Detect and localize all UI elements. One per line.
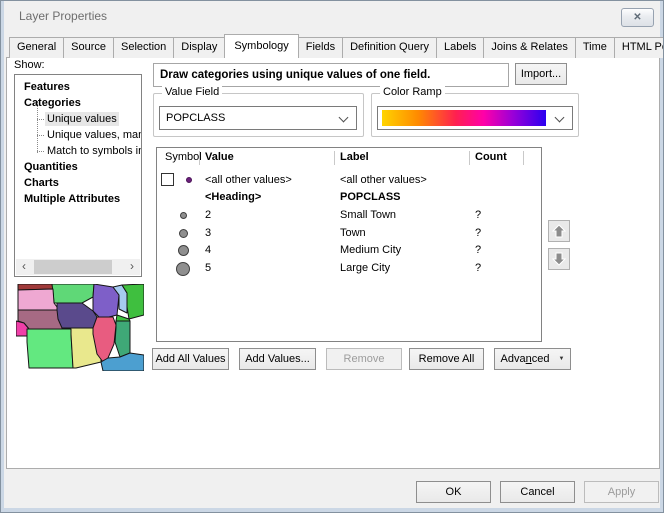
- sidebar-item-quantities[interactable]: Quantities: [15, 159, 142, 175]
- tab-strip: General Source Selection Display Symbolo…: [9, 34, 664, 58]
- sidebar-item-multiple-attributes[interactable]: Multiple Attributes: [15, 191, 142, 207]
- table-header: Symbol Value Label Count: [157, 148, 541, 168]
- advanced-button[interactable]: Advanced ▼: [494, 348, 571, 370]
- point-symbol[interactable]: [178, 245, 189, 256]
- table-row[interactable]: <all other values> <all other values>: [157, 172, 541, 189]
- symbology-preview-map: [16, 284, 144, 371]
- dialog-title: Layer Properties: [19, 9, 107, 23]
- chevron-down-icon: [339, 113, 349, 123]
- state-polygon: [116, 315, 130, 321]
- all-other-values-checkbox[interactable]: [161, 173, 174, 186]
- unique-values-table: Symbol Value Label Count <all other valu…: [156, 147, 542, 342]
- sidebar-item-unique-values-many[interactable]: Unique values, many: [15, 127, 142, 143]
- all-other-values-symbol[interactable]: [186, 177, 192, 183]
- show-label: Show:: [14, 59, 45, 71]
- sidebar-item-match-to-symbols[interactable]: Match to symbols in a: [15, 143, 142, 159]
- add-all-values-button[interactable]: Add All Values: [152, 348, 229, 370]
- column-count: Count: [475, 151, 507, 163]
- color-ramp-swatch: [382, 110, 546, 126]
- point-symbol[interactable]: [176, 262, 190, 276]
- table-row[interactable]: <Heading> POPCLASS: [157, 189, 541, 206]
- point-symbol[interactable]: [179, 229, 188, 238]
- state-polygon: [115, 321, 130, 357]
- add-values-button[interactable]: Add Values...: [239, 348, 316, 370]
- value-field-label: Value Field: [162, 86, 222, 98]
- chevron-down-icon: [555, 113, 565, 123]
- tab-definition-query[interactable]: Definition Query: [342, 37, 437, 58]
- table-row[interactable]: 5 Large City ?: [157, 260, 541, 277]
- state-polygon: [18, 289, 57, 310]
- tab-display[interactable]: Display: [173, 37, 225, 58]
- remove-button[interactable]: Remove: [326, 348, 402, 370]
- apply-button[interactable]: Apply: [584, 481, 659, 503]
- ok-button[interactable]: OK: [416, 481, 491, 503]
- tab-html-popup[interactable]: HTML Popup: [614, 37, 664, 58]
- tab-selection[interactable]: Selection: [113, 37, 174, 58]
- arrow-up-icon: [552, 224, 566, 238]
- table-row[interactable]: 2 Small Town ?: [157, 207, 541, 224]
- arrow-down-icon: [552, 252, 566, 266]
- scroll-right-icon[interactable]: ›: [124, 259, 140, 275]
- title-bar: Layer Properties ✕: [1, 1, 663, 31]
- color-ramp-label: Color Ramp: [380, 86, 445, 98]
- tab-time[interactable]: Time: [575, 37, 615, 58]
- state-polygon: [27, 329, 73, 368]
- table-row[interactable]: 3 Town ?: [157, 225, 541, 242]
- move-up-button[interactable]: [548, 220, 570, 242]
- sidebar-item-unique-values[interactable]: Unique values: [15, 111, 142, 127]
- tab-joins-relates[interactable]: Joins & Relates: [483, 37, 575, 58]
- tab-symbology[interactable]: Symbology: [224, 34, 298, 58]
- value-field-value: POPCLASS: [160, 112, 225, 124]
- tab-general[interactable]: General: [9, 37, 64, 58]
- state-polygon: [57, 303, 97, 328]
- scroll-left-icon[interactable]: ‹: [16, 259, 32, 275]
- sidebar-item-charts[interactable]: Charts: [15, 175, 142, 191]
- state-polygon: [52, 284, 94, 303]
- tab-source[interactable]: Source: [63, 37, 114, 58]
- sidebar-item-categories[interactable]: Categories: [15, 95, 142, 111]
- color-ramp-select[interactable]: [377, 106, 573, 130]
- tree-horizontal-scrollbar[interactable]: ‹ ›: [16, 259, 140, 275]
- tab-fields[interactable]: Fields: [298, 37, 343, 58]
- scrollbar-thumb[interactable]: [34, 260, 112, 274]
- tab-labels[interactable]: Labels: [436, 37, 484, 58]
- show-tree: Features Categories Unique values Unique…: [14, 74, 142, 277]
- layer-properties-dialog: Layer Properties ✕ General Source Select…: [0, 0, 664, 513]
- close-icon: ✕: [633, 12, 641, 23]
- column-symbol: Symbol: [165, 151, 202, 163]
- value-field-select[interactable]: POPCLASS: [159, 106, 357, 130]
- point-symbol[interactable]: [180, 212, 187, 219]
- sidebar-item-features[interactable]: Features: [15, 79, 142, 95]
- column-value: Value: [205, 151, 234, 163]
- close-button[interactable]: ✕: [621, 8, 654, 27]
- column-label: Label: [340, 151, 369, 163]
- table-row[interactable]: 4 Medium City ?: [157, 242, 541, 259]
- move-down-button[interactable]: [548, 248, 570, 270]
- import-button[interactable]: Import...: [515, 63, 567, 85]
- cancel-button[interactable]: Cancel: [500, 481, 575, 503]
- method-description: Draw categories using unique values of o…: [153, 63, 509, 87]
- remove-all-button[interactable]: Remove All: [409, 348, 484, 370]
- caret-down-icon: ▼: [559, 356, 565, 362]
